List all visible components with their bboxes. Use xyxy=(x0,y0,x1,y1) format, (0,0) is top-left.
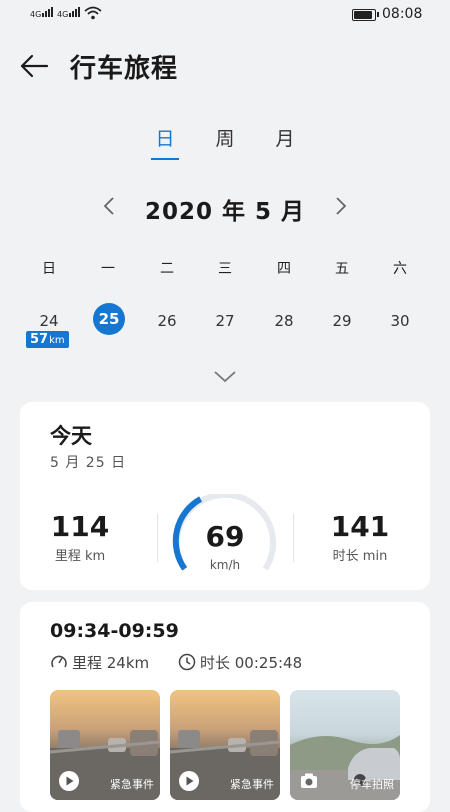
tab-month-label: 月 xyxy=(275,128,295,150)
status-bar: 4G 4G 08:08 xyxy=(0,0,450,28)
trip-duration: 时长 00:25:48 xyxy=(178,652,302,673)
trip-time-range: 09:34-09:59 xyxy=(50,620,179,642)
distance-badge: 57km xyxy=(26,331,69,348)
speed-unit: km/h xyxy=(209,558,241,572)
weekday-label: 五 xyxy=(335,261,349,277)
status-time: 08:08 xyxy=(382,6,423,22)
photo-thumbnail[interactable]: 停车拍照 xyxy=(290,690,400,800)
divider xyxy=(293,514,294,562)
distance-label: 里程 km xyxy=(54,549,106,564)
daily-summary-card: 今天 5 月 25 日 114 里程 km 69 km/h 141 时长 min xyxy=(20,402,430,590)
distance-value: 114 xyxy=(50,510,110,543)
trip-card[interactable]: 09:34-09:59 里程 24km 时长 00:25:48 紧急事件 紧急事… xyxy=(20,602,430,812)
duration-metric: 141 时长 min xyxy=(300,510,420,564)
camera-icon xyxy=(301,773,317,788)
distance-badge-value: 57 xyxy=(30,332,49,347)
weekday-label: 一 xyxy=(101,261,115,277)
duration-value: 141 xyxy=(330,510,390,543)
summary-date: 5 月 25 日 xyxy=(50,455,127,471)
video-thumbnail[interactable]: 紧急事件 xyxy=(50,690,160,800)
weekday-label: 二 xyxy=(160,261,174,277)
media-label: 紧急事件 xyxy=(230,778,274,791)
signal-icon: 4G xyxy=(30,7,54,19)
tab-day[interactable]: 日 xyxy=(145,124,185,160)
trip-distance: 里程 24km xyxy=(50,652,149,673)
weekday-label: 三 xyxy=(218,261,232,277)
calendar-day[interactable]: 30 xyxy=(380,312,420,330)
play-icon xyxy=(179,771,199,791)
tab-active-indicator xyxy=(151,158,179,160)
clock-icon xyxy=(178,653,196,671)
calendar-day[interactable]: 29 xyxy=(322,312,362,330)
summary-title: 今天 xyxy=(50,424,92,448)
media-label: 紧急事件 xyxy=(110,778,154,791)
duration-label: 时长 min xyxy=(332,549,388,564)
media-label: 停车拍照 xyxy=(350,778,394,791)
back-arrow-icon[interactable] xyxy=(18,50,50,82)
wifi-icon xyxy=(84,6,102,20)
tab-day-label: 日 xyxy=(155,128,175,150)
weekday-label: 六 xyxy=(393,261,407,277)
distance-metric: 114 里程 km xyxy=(20,510,140,564)
calendar-day[interactable]: 27 xyxy=(205,312,245,330)
battery-icon xyxy=(352,9,379,21)
trip-duration-text: 时长 00:25:48 xyxy=(200,654,303,672)
divider xyxy=(157,514,158,562)
video-thumbnail[interactable]: 紧急事件 xyxy=(170,690,280,800)
tab-month[interactable]: 月 xyxy=(265,124,305,151)
signal-type-label: 4G xyxy=(57,10,69,19)
weekday-label: 日 xyxy=(42,261,56,277)
speedometer-icon xyxy=(51,655,67,668)
tab-week-label: 周 xyxy=(215,128,235,150)
play-icon xyxy=(59,771,79,791)
chevron-right-icon[interactable] xyxy=(329,192,353,220)
tab-week[interactable]: 周 xyxy=(205,124,245,151)
distance-badge-unit: km xyxy=(49,335,65,346)
calendar-day[interactable]: 24 xyxy=(29,312,69,330)
calendar-day[interactable]: 26 xyxy=(147,312,187,330)
signal-type-label: 4G xyxy=(30,10,42,19)
calendar-day-selected[interactable]: 25 xyxy=(93,303,125,335)
speed-value: 69 xyxy=(205,520,245,553)
month-label: 2020 年 5 月 xyxy=(144,199,306,225)
calendar-day[interactable]: 28 xyxy=(264,312,304,330)
expand-chevron-icon[interactable] xyxy=(211,366,239,386)
trip-distance-text: 里程 24km xyxy=(72,654,150,672)
signal-icon: 4G xyxy=(57,7,81,19)
page-title: 行车旅程 xyxy=(70,54,179,84)
weekday-label: 四 xyxy=(277,261,291,277)
